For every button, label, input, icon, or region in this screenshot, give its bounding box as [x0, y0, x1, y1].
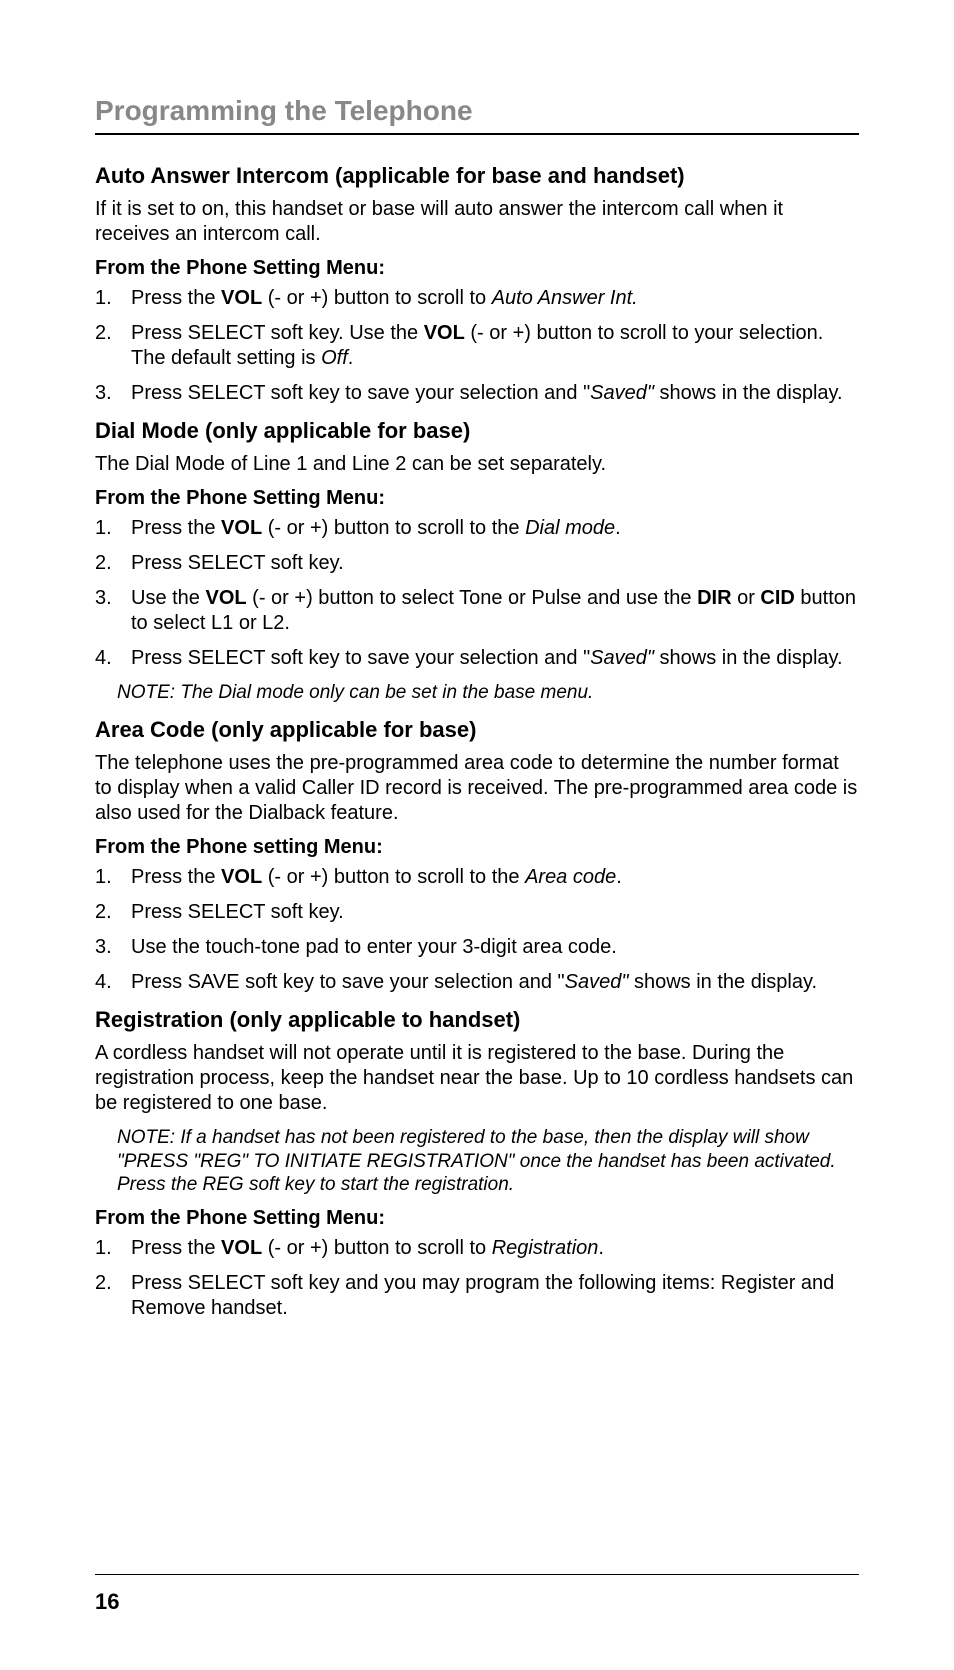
dial-mode-steps: 1.Press the VOL (- or +) button to scrol…: [95, 516, 859, 671]
step-text: shows in the display.: [628, 971, 817, 993]
list-item: 3.Use the VOL (- or +) button to select …: [95, 586, 859, 636]
auto-answer-steps: 1.Press the VOL (- or +) button to scrol…: [95, 286, 859, 406]
section-title: Programming the Telephone: [95, 95, 859, 135]
registration-menu-label: From the Phone Setting Menu:: [95, 1207, 859, 1230]
step-text: (- or +) button to scroll to the: [262, 866, 525, 888]
list-item: 4.Press SAVE soft key to save your selec…: [95, 970, 859, 995]
registration-steps: 1.Press the VOL (- or +) button to scrol…: [95, 1236, 859, 1321]
vol-label: VOL: [221, 517, 262, 539]
list-item: 2.Press SELECT soft key.: [95, 900, 859, 925]
registration-note: NOTE: If a handset has not been register…: [117, 1126, 859, 1197]
setting-value: Off: [321, 347, 348, 369]
menu-item-name: Registration: [492, 1237, 599, 1259]
step-text: Use the touch-tone pad to enter your 3-d…: [131, 936, 617, 958]
vol-label: VOL: [221, 1237, 262, 1259]
step-text: Press the: [131, 866, 221, 888]
step-text: shows in the display.: [654, 647, 843, 669]
step-text: Press SELECT soft key.: [131, 901, 344, 923]
auto-answer-intro: If it is set to on, this handset or base…: [95, 197, 859, 247]
vol-label: VOL: [205, 587, 246, 609]
vol-label: VOL: [424, 322, 465, 344]
list-item: 1.Press the VOL (- or +) button to scrol…: [95, 865, 859, 890]
registration-intro: A cordless handset will not operate unti…: [95, 1041, 859, 1116]
area-code-menu-label: From the Phone setting Menu:: [95, 836, 859, 859]
vol-label: VOL: [221, 287, 262, 309]
step-text: Press the: [131, 287, 221, 309]
list-item: 1.Press the VOL (- or +) button to scrol…: [95, 516, 859, 541]
dial-mode-heading: Dial Mode (only applicable for base): [95, 418, 859, 444]
list-item: 1.Press the VOL (- or +) button to scrol…: [95, 1236, 859, 1261]
list-item: 2.Press SELECT soft key. Use the VOL (- …: [95, 321, 859, 371]
step-text: (- or +) button to scroll to: [262, 287, 492, 309]
step-text: Press SELECT soft key. Use the: [131, 322, 424, 344]
step-text: (- or +) button to select Tone or Pulse …: [247, 587, 697, 609]
step-text: or: [732, 587, 761, 609]
step-text: Press the: [131, 517, 221, 539]
area-code-intro: The telephone uses the pre-programmed ar…: [95, 751, 859, 826]
dial-mode-intro: The Dial Mode of Line 1 and Line 2 can b…: [95, 452, 859, 477]
step-text: shows in the display.: [654, 382, 843, 404]
registration-heading: Registration (only applicable to handset…: [95, 1007, 859, 1033]
vol-label: VOL: [221, 866, 262, 888]
auto-answer-heading: Auto Answer Intercom (applicable for bas…: [95, 163, 859, 189]
list-item: 2.Press SELECT soft key and you may prog…: [95, 1271, 859, 1321]
list-item: 4.Press SELECT soft key to save your sel…: [95, 646, 859, 671]
saved-label: Saved": [590, 647, 654, 669]
saved-label: Saved": [565, 971, 629, 993]
step-text: (- or +) button to scroll to the: [262, 517, 525, 539]
step-text: Press SELECT soft key.: [131, 552, 344, 574]
step-text: Press SAVE soft key to save your selecti…: [131, 971, 565, 993]
cid-label: CID: [760, 587, 794, 609]
step-text: Use the: [131, 587, 205, 609]
dial-mode-menu-label: From the Phone Setting Menu:: [95, 487, 859, 510]
step-text: .: [598, 1237, 604, 1259]
list-item: 1.Press the VOL (- or +) button to scrol…: [95, 286, 859, 311]
step-text: Press SELECT soft key to save your selec…: [131, 647, 590, 669]
page-number: 16: [95, 1589, 859, 1615]
area-code-heading: Area Code (only applicable for base): [95, 717, 859, 743]
step-text: Press SELECT soft key and you may progra…: [131, 1272, 834, 1319]
area-code-steps: 1.Press the VOL (- or +) button to scrol…: [95, 865, 859, 995]
menu-item-name: Auto Answer Int.: [492, 287, 638, 309]
step-text: .: [348, 347, 354, 369]
step-text: (- or +) button to scroll to: [262, 1237, 492, 1259]
auto-answer-menu-label: From the Phone Setting Menu:: [95, 257, 859, 280]
dir-label: DIR: [697, 587, 731, 609]
step-text: Press SELECT soft key to save your selec…: [131, 382, 590, 404]
dial-mode-note: NOTE: The Dial mode only can be set in t…: [117, 681, 859, 705]
list-item: 3.Press SELECT soft key to save your sel…: [95, 381, 859, 406]
step-text: .: [615, 517, 621, 539]
menu-item-name: Dial mode: [525, 517, 615, 539]
menu-item-name: Area code: [525, 866, 616, 888]
page-footer: 16: [95, 1574, 859, 1615]
step-text: Press the: [131, 1237, 221, 1259]
list-item: 3.Use the touch-tone pad to enter your 3…: [95, 935, 859, 960]
step-text: .: [616, 866, 622, 888]
list-item: 2.Press SELECT soft key.: [95, 551, 859, 576]
saved-label: Saved": [590, 382, 654, 404]
footer-rule: [95, 1574, 859, 1575]
